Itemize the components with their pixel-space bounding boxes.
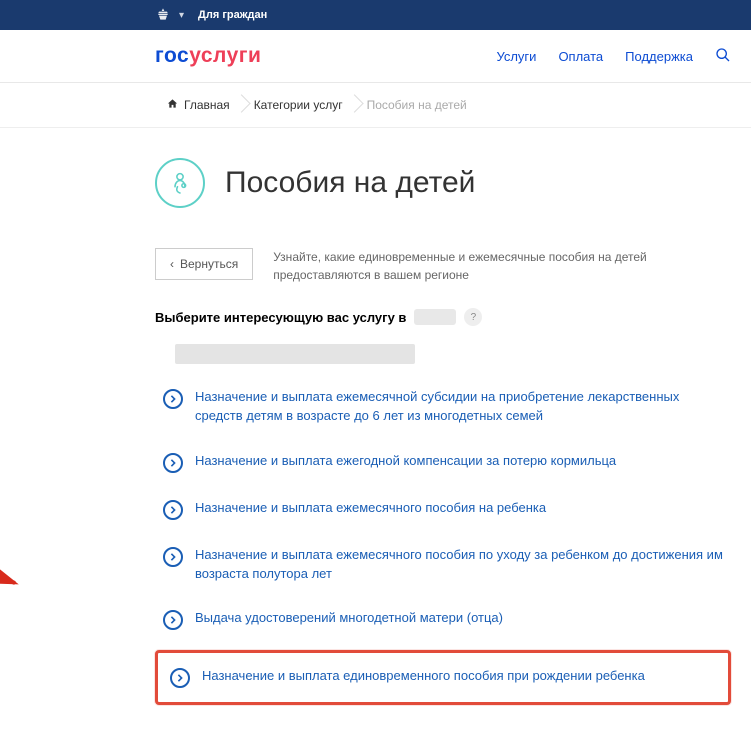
search-icon[interactable] <box>715 47 731 66</box>
topbar: ▾ Для граждан <box>0 0 751 30</box>
service-label: Назначение и выплата ежемесячного пособи… <box>195 546 723 584</box>
header: госуслуги Услуги Оплата Поддержка <box>0 30 751 83</box>
region-redacted <box>414 309 456 325</box>
nav-payment[interactable]: Оплата <box>558 49 603 64</box>
back-button[interactable]: ‹ Вернуться <box>155 248 253 280</box>
help-badge[interactable]: ? <box>464 308 482 326</box>
emblem-icon <box>155 7 171 23</box>
service-item-highlighted[interactable]: Назначение и выплата единовременного пос… <box>155 650 731 705</box>
audience-selector[interactable]: Для граждан <box>198 9 267 21</box>
chevron-left-icon: ‹ <box>170 257 174 271</box>
select-prompt-row: Выберите интересующую вас услугу в ? <box>155 308 731 326</box>
service-label: Выдача удостоверений многодетной матери … <box>195 609 503 628</box>
content: Пособия на детей ‹ Вернуться Узнайте, ка… <box>0 128 751 745</box>
nav-support[interactable]: Поддержка <box>625 49 693 64</box>
intro-text: Узнайте, какие единовременные и ежемесяч… <box>273 248 731 284</box>
intro-row: ‹ Вернуться Узнайте, какие единовременны… <box>155 248 731 284</box>
arrow-right-circle-icon <box>163 389 183 409</box>
chevron-down-icon[interactable]: ▾ <box>179 10 184 21</box>
logo[interactable]: госуслуги <box>155 44 261 68</box>
redacted-bar <box>175 344 415 364</box>
select-prompt: Выберите интересующую вас услугу в <box>155 310 406 325</box>
page-head: Пособия на детей <box>155 158 731 208</box>
arrow-right-circle-icon <box>163 547 183 567</box>
breadcrumb-current: Пособия на детей <box>355 93 479 117</box>
home-icon <box>167 98 178 112</box>
breadcrumb-home[interactable]: Главная <box>155 93 242 117</box>
arrow-right-circle-icon <box>170 668 190 688</box>
service-label: Назначение и выплата ежегодной компенсац… <box>195 452 616 471</box>
page-title: Пособия на детей <box>225 166 475 200</box>
service-item[interactable]: Выдача удостоверений многодетной матери … <box>155 603 731 636</box>
service-label: Назначение и выплата ежемесячного пособи… <box>195 499 546 518</box>
page-icon <box>155 158 205 208</box>
nav-services[interactable]: Услуги <box>496 49 536 64</box>
arrow-right-circle-icon <box>163 500 183 520</box>
service-item[interactable]: Назначение и выплата ежемесячной субсиди… <box>155 382 731 432</box>
service-item[interactable]: Назначение и выплата ежемесячного пособи… <box>155 540 731 590</box>
service-item[interactable]: Назначение и выплата ежемесячного пособи… <box>155 493 731 526</box>
annotation-arrow <box>0 468 40 598</box>
service-label: Назначение и выплата ежемесячной субсиди… <box>195 388 723 426</box>
breadcrumb: Главная Категории услуг Пособия на детей <box>0 83 751 128</box>
nav: Услуги Оплата Поддержка <box>496 47 731 66</box>
breadcrumb-categories[interactable]: Категории услуг <box>242 93 355 117</box>
service-list: Назначение и выплата ежемесячной субсиди… <box>155 382 731 705</box>
arrow-right-circle-icon <box>163 610 183 630</box>
service-label: Назначение и выплата единовременного пос… <box>202 667 645 686</box>
arrow-right-circle-icon <box>163 453 183 473</box>
service-item[interactable]: Назначение и выплата ежегодной компенсац… <box>155 446 731 479</box>
